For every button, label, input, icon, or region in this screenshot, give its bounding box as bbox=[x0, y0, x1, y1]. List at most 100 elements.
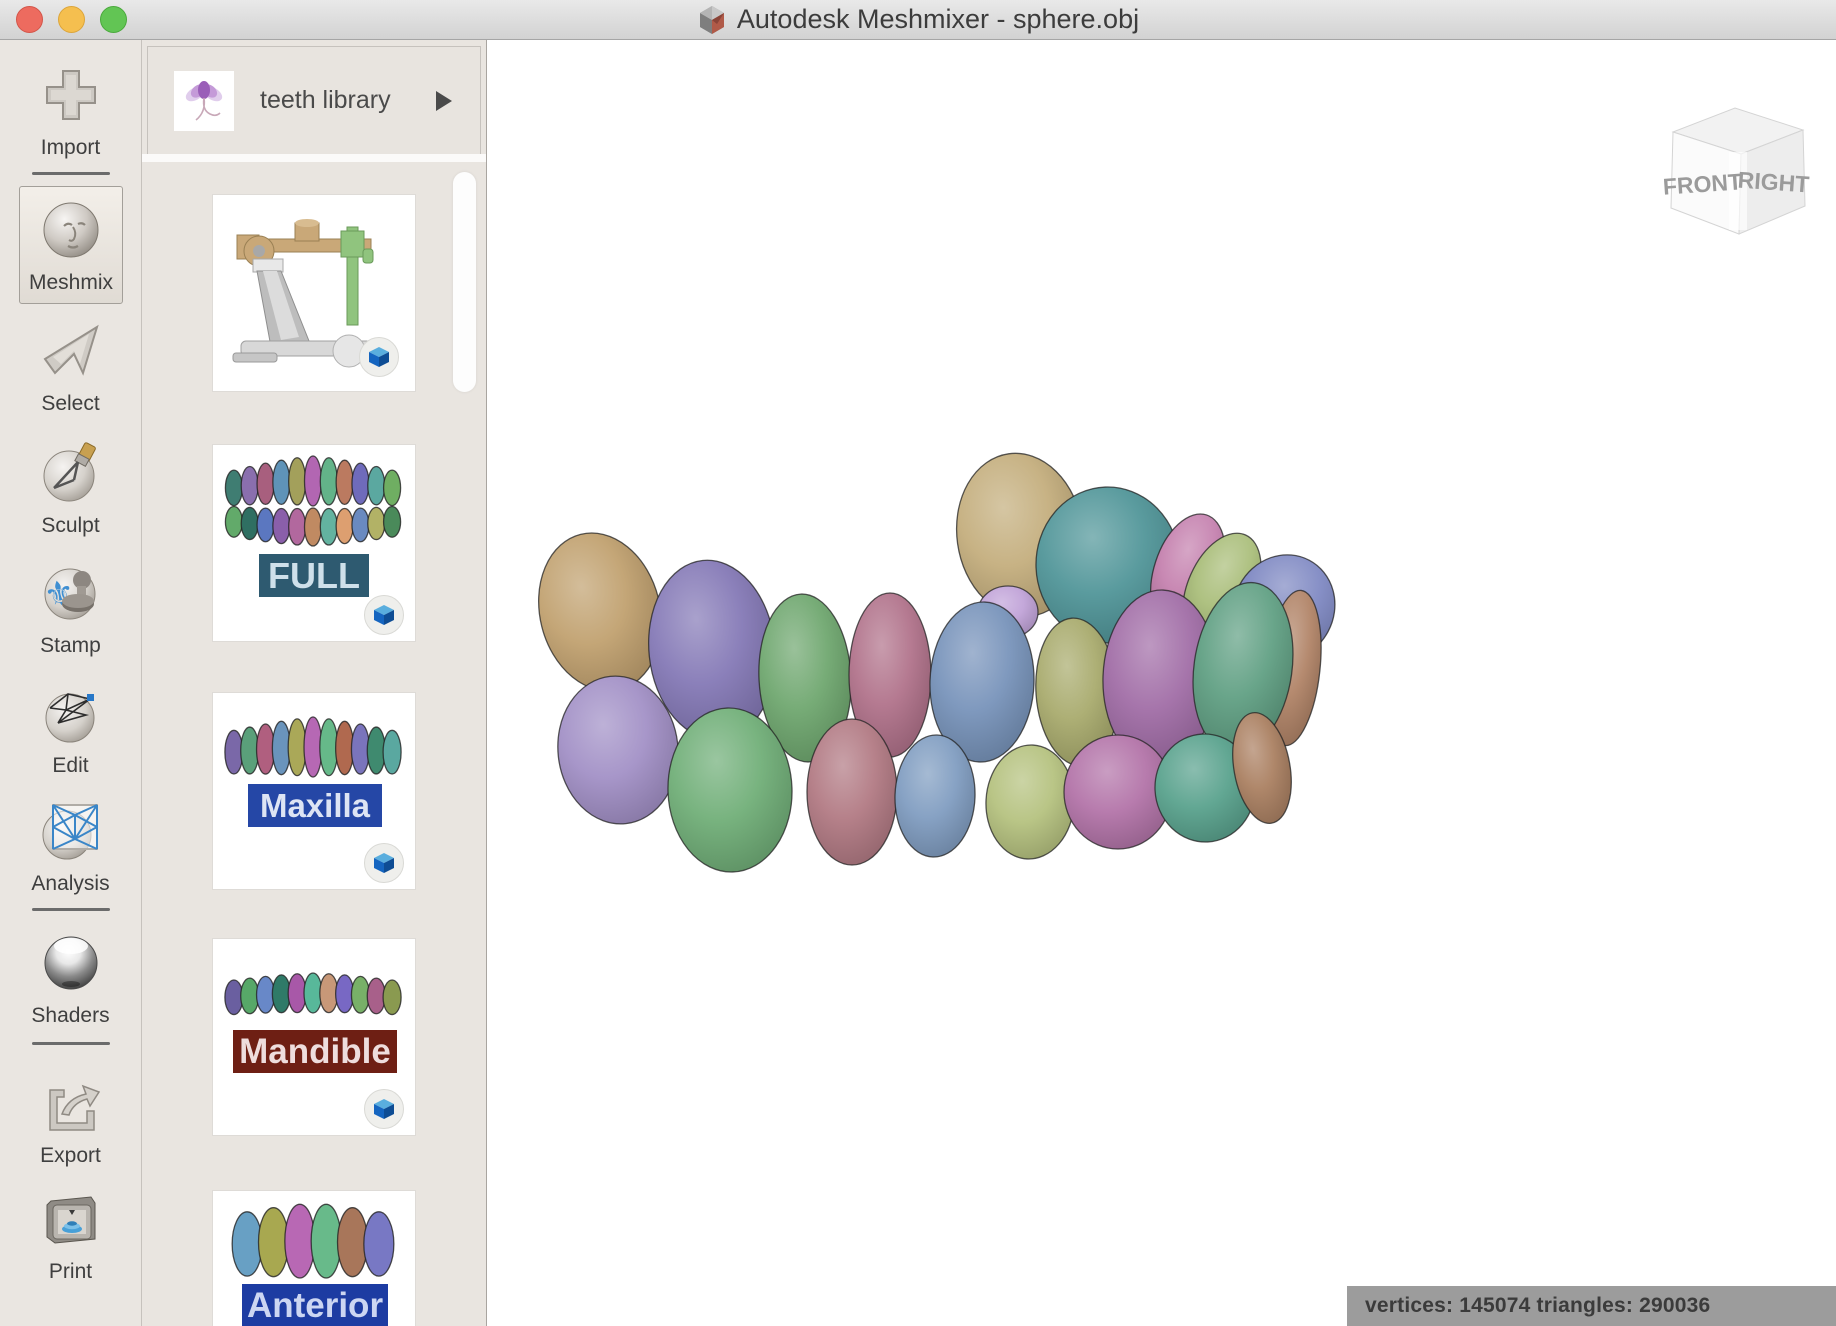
full-banner: FULL bbox=[259, 554, 369, 597]
toolbar-label: Sculpt bbox=[41, 514, 100, 537]
thumb-tooth bbox=[336, 1207, 369, 1278]
titlebar[interactable]: Autodesk Meshmixer - sphere.obj bbox=[0, 0, 1836, 40]
thumb-tooth bbox=[256, 507, 275, 543]
toolbar-button-stamp[interactable]: ⚜ Stamp bbox=[0, 554, 141, 658]
toolbar-button-import[interactable]: Import bbox=[0, 56, 141, 160]
thumb-tooth bbox=[310, 1203, 342, 1279]
thumb-tooth bbox=[363, 1211, 395, 1277]
toolbar-label: Import bbox=[40, 136, 101, 159]
meshmixer-window: Autodesk Meshmixer - sphere.obj Import M… bbox=[0, 0, 1836, 1326]
maxilla-banner: Maxilla bbox=[248, 784, 382, 827]
expand-right-icon[interactable] bbox=[436, 90, 452, 111]
sculpt-brush-icon bbox=[0, 434, 141, 512]
toolbar-label: Export bbox=[40, 1144, 101, 1167]
mesh-analysis-icon bbox=[0, 792, 141, 870]
thumb-tooth bbox=[240, 506, 259, 541]
3d-cube-badge bbox=[359, 337, 399, 377]
toolbar-button-analysis[interactable]: Analysis bbox=[0, 792, 141, 896]
toolbar-button-select[interactable]: Select bbox=[0, 312, 141, 416]
toolbar-label: Analysis bbox=[31, 872, 110, 895]
toolbar: Import Meshmix Select Sculpt ⚜ Stamp Edi… bbox=[0, 40, 142, 1326]
thumb-tooth bbox=[272, 507, 291, 545]
thumb-tooth bbox=[240, 465, 259, 506]
zoom-button[interactable] bbox=[100, 6, 127, 33]
tooth-blob bbox=[806, 718, 898, 866]
thumb-tooth bbox=[256, 462, 275, 506]
toolbar-label: Stamp bbox=[40, 634, 101, 657]
thumb-tooth bbox=[351, 507, 370, 543]
thumb-tooth bbox=[319, 507, 338, 546]
toolbar-divider bbox=[32, 172, 110, 175]
toolbar-button-print[interactable]: Print bbox=[0, 1180, 141, 1284]
export-arrow-icon bbox=[0, 1064, 141, 1142]
maxilla-banner-label: Maxilla bbox=[259, 786, 371, 824]
tooth-blob bbox=[894, 734, 976, 858]
close-button[interactable] bbox=[16, 6, 43, 33]
thumb-tooth bbox=[319, 457, 338, 506]
lotus-flower-icon bbox=[174, 70, 234, 131]
model-viewport[interactable]: FRONT RIGHT vertices: 145074 triangles: … bbox=[487, 40, 1836, 1326]
thumb-tooth bbox=[382, 505, 402, 538]
thumb-tooth bbox=[335, 459, 354, 506]
thumb-tooth bbox=[224, 505, 244, 538]
thumb-tooth bbox=[231, 1211, 263, 1277]
thumb-tooth bbox=[284, 1203, 316, 1279]
view-cube[interactable]: FRONT RIGHT bbox=[1663, 92, 1813, 242]
3d-cube-badge bbox=[364, 1089, 404, 1129]
full-banner-label: FULL bbox=[268, 554, 360, 596]
window-title-wrap: Autodesk Meshmixer - sphere.obj bbox=[697, 4, 1139, 35]
thumb-tooth bbox=[382, 729, 402, 775]
mandible-banner: Mandible bbox=[233, 1030, 397, 1073]
thumb-tooth bbox=[351, 462, 370, 506]
thumb-tooth bbox=[335, 507, 354, 545]
minimize-button[interactable] bbox=[58, 6, 85, 33]
toolbar-button-meshmix[interactable]: Meshmix bbox=[19, 186, 123, 304]
face-sphere-icon bbox=[20, 191, 122, 269]
mandible-banner-label: Mandible bbox=[239, 1031, 391, 1071]
toolbar-divider bbox=[32, 908, 110, 911]
thumb-tooth bbox=[367, 465, 386, 506]
library-item-maxilla[interactable]: Maxilla bbox=[212, 692, 416, 890]
library-item-anterior[interactable]: Anterior bbox=[212, 1190, 416, 1326]
thumb-tooth bbox=[288, 457, 307, 506]
full-teeth-thumbnail bbox=[224, 455, 402, 547]
library-title: teeth library bbox=[260, 86, 391, 114]
library-item-articulator[interactable] bbox=[212, 194, 416, 392]
library-item-full[interactable]: FULL bbox=[212, 444, 416, 642]
chrome-sphere-icon bbox=[0, 924, 141, 1002]
plus-icon bbox=[0, 56, 141, 134]
anterior-teeth-thumbnail bbox=[231, 1203, 395, 1279]
stamp-fleur-icon: ⚜ bbox=[0, 554, 141, 632]
status-text: vertices: 145074 triangles: 290036 bbox=[1365, 1294, 1711, 1317]
thumb-tooth bbox=[288, 507, 307, 546]
view-cube-front-face[interactable]: FRONT bbox=[1663, 168, 1743, 199]
cursor-arrow-icon bbox=[0, 312, 141, 390]
toolbar-button-shaders[interactable]: Shaders bbox=[0, 924, 141, 1028]
toolbar-label: Select bbox=[41, 392, 100, 415]
library-item-mandible[interactable]: Mandible bbox=[212, 938, 416, 1136]
traffic-lights bbox=[0, 0, 127, 39]
thumb-tooth bbox=[382, 979, 402, 1016]
teeth-3d-model[interactable] bbox=[487, 40, 1836, 1326]
3d-cube-badge bbox=[364, 843, 404, 883]
toolbar-button-sculpt[interactable]: Sculpt bbox=[0, 434, 141, 538]
toolbar-button-edit[interactable]: Edit bbox=[0, 674, 141, 778]
view-cube-right-face[interactable]: RIGHT bbox=[1737, 167, 1810, 198]
thumb-tooth bbox=[303, 507, 323, 547]
thumb-tooth bbox=[224, 469, 244, 507]
wireframe-sphere-icon bbox=[0, 674, 141, 752]
printer-3d-icon bbox=[0, 1180, 141, 1258]
tooth-blob bbox=[985, 744, 1075, 860]
toolbar-button-export[interactable]: Export bbox=[0, 1064, 141, 1168]
thumb-tooth bbox=[382, 469, 402, 507]
thumb-tooth bbox=[272, 459, 291, 506]
panel-divider bbox=[142, 154, 486, 162]
teeth-library-panel: teeth library FULL Maxilla Mandible Ante… bbox=[142, 40, 487, 1326]
toolbar-label: Meshmix bbox=[28, 271, 113, 294]
thumb-tooth bbox=[257, 1207, 290, 1278]
status-bar: vertices: 145074 triangles: 290036 bbox=[1347, 1286, 1836, 1326]
toolbar-label: Edit bbox=[52, 754, 89, 777]
library-header[interactable]: teeth library bbox=[147, 46, 481, 155]
toolbar-divider bbox=[32, 1042, 110, 1045]
library-scrollbar[interactable] bbox=[453, 172, 476, 392]
